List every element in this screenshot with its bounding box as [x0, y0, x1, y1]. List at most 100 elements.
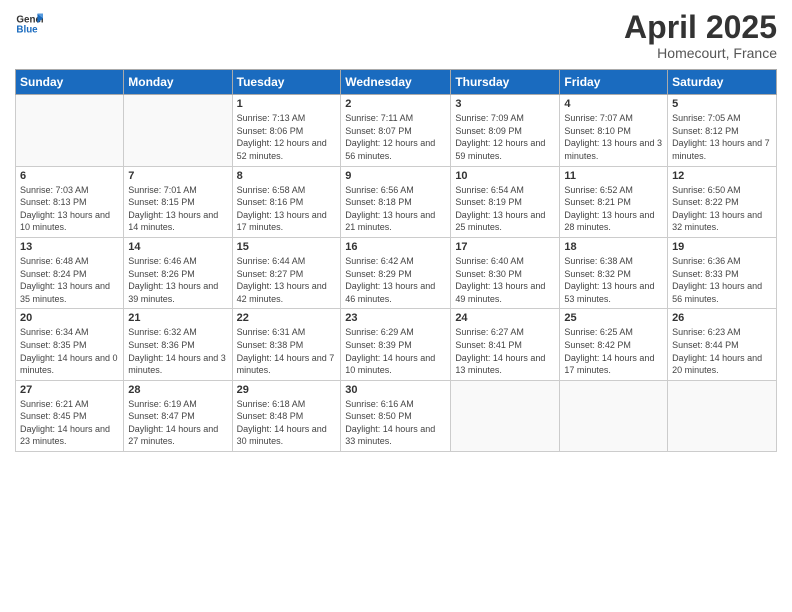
calendar-cell-w2-d2: 7 Sunrise: 7:01 AMSunset: 8:15 PMDaylight…	[124, 166, 232, 237]
day-number: 4	[564, 98, 663, 110]
col-monday: Monday	[124, 70, 232, 95]
day-number: 7	[128, 170, 227, 182]
col-wednesday: Wednesday	[341, 70, 451, 95]
day-number: 11	[564, 170, 663, 182]
calendar-cell-w2-d1: 6Sunrise: 7:03 AMSunset: 8:13 PMDaylight…	[16, 166, 124, 237]
calendar-week-4: 20 Sunrise: 6:34 AMSunset: 8:35 PMDayligh…	[16, 309, 777, 380]
day-number: 20	[20, 312, 119, 324]
day-detail: Sunrise: 6:25 AMSunset: 8:42 PMDaylight:…	[564, 326, 663, 376]
calendar-cell-w1-d2	[124, 95, 232, 166]
day-number: 21	[128, 312, 227, 324]
calendar-cell-w3-d2: 14 Sunrise: 6:46 AMSunset: 8:26 PMDayligh…	[124, 237, 232, 308]
day-number: 16	[345, 241, 446, 253]
day-number: 8	[237, 170, 337, 182]
calendar-week-1: 1 Sunrise: 7:13 AMSunset: 8:06 PMDaylight…	[16, 95, 777, 166]
day-number: 17	[455, 241, 555, 253]
day-detail: Sunrise: 7:05 AMSunset: 8:12 PMDaylight:…	[672, 112, 772, 162]
day-number: 10	[455, 170, 555, 182]
main-title: April 2025	[624, 10, 777, 45]
calendar-cell-w3-d3: 15 Sunrise: 6:44 AMSunset: 8:27 PMDayligh…	[232, 237, 341, 308]
day-number: 29	[237, 384, 337, 396]
calendar-week-3: 13 Sunrise: 6:48 AMSunset: 8:24 PMDayligh…	[16, 237, 777, 308]
day-number: 5	[672, 98, 772, 110]
calendar-cell-w1-d4: 2Sunrise: 7:11 AMSunset: 8:07 PMDaylight…	[341, 95, 451, 166]
calendar-cell-w1-d1	[16, 95, 124, 166]
day-detail: Sunrise: 6:54 AMSunset: 8:19 PMDaylight:…	[455, 184, 555, 234]
day-number: 23	[345, 312, 446, 324]
day-number: 3	[455, 98, 555, 110]
day-detail: Sunrise: 7:09 AMSunset: 8:09 PMDaylight:…	[455, 112, 555, 162]
calendar-week-5: 27Sunrise: 6:21 AMSunset: 8:45 PMDayligh…	[16, 380, 777, 451]
day-number: 13	[20, 241, 119, 253]
calendar-cell-w4-d6: 25 Sunrise: 6:25 AMSunset: 8:42 PMDayligh…	[560, 309, 668, 380]
col-saturday: Saturday	[668, 70, 777, 95]
day-detail: Sunrise: 6:16 AMSunset: 8:50 PMDaylight:…	[345, 398, 446, 448]
day-number: 9	[345, 170, 446, 182]
day-number: 27	[20, 384, 119, 396]
day-detail: Sunrise: 6:19 AMSunset: 8:47 PMDaylight:…	[128, 398, 227, 448]
day-detail: Sunrise: 6:56 AMSunset: 8:18 PMDaylight:…	[345, 184, 446, 234]
day-number: 19	[672, 241, 772, 253]
day-detail: Sunrise: 6:29 AMSunset: 8:39 PMDaylight:…	[345, 326, 446, 376]
day-number: 30	[345, 384, 446, 396]
logo-icon: General Blue	[15, 10, 43, 38]
calendar-cell-w4-d7: 26 Sunrise: 6:23 AMSunset: 8:44 PMDayligh…	[668, 309, 777, 380]
day-detail: Sunrise: 7:07 AMSunset: 8:10 PMDaylight:…	[564, 112, 663, 162]
calendar-cell-w3-d7: 19 Sunrise: 6:36 AMSunset: 8:33 PMDayligh…	[668, 237, 777, 308]
calendar-cell-w3-d1: 13 Sunrise: 6:48 AMSunset: 8:24 PMDayligh…	[16, 237, 124, 308]
day-number: 2	[345, 98, 446, 110]
day-number: 14	[128, 241, 227, 253]
calendar-cell-w5-d3: 29Sunrise: 6:18 AMSunset: 8:48 PMDayligh…	[232, 380, 341, 451]
calendar-cell-w5-d4: 30 Sunrise: 6:16 AMSunset: 8:50 PMDayligh…	[341, 380, 451, 451]
day-detail: Sunrise: 6:48 AMSunset: 8:24 PMDaylight:…	[20, 255, 119, 305]
calendar-cell-w5-d5	[451, 380, 560, 451]
day-number: 15	[237, 241, 337, 253]
calendar-table: Sunday Monday Tuesday Wednesday Thursday…	[15, 69, 777, 452]
calendar-cell-w2-d6: 11 Sunrise: 6:52 AMSunset: 8:21 PMDayligh…	[560, 166, 668, 237]
calendar-cell-w2-d3: 8 Sunrise: 6:58 AMSunset: 8:16 PMDaylight…	[232, 166, 341, 237]
day-detail: Sunrise: 7:03 AMSunset: 8:13 PMDaylight:…	[20, 184, 119, 234]
calendar-cell-w3-d5: 17 Sunrise: 6:40 AMSunset: 8:30 PMDayligh…	[451, 237, 560, 308]
day-number: 18	[564, 241, 663, 253]
day-detail: Sunrise: 6:34 AMSunset: 8:35 PMDaylight:…	[20, 326, 119, 376]
col-sunday: Sunday	[16, 70, 124, 95]
day-detail: Sunrise: 6:50 AMSunset: 8:22 PMDaylight:…	[672, 184, 772, 234]
day-detail: Sunrise: 7:01 AMSunset: 8:15 PMDaylight:…	[128, 184, 227, 234]
subtitle: Homecourt, France	[624, 45, 777, 61]
calendar-cell-w1-d3: 1 Sunrise: 7:13 AMSunset: 8:06 PMDaylight…	[232, 95, 341, 166]
calendar-cell-w3-d6: 18Sunrise: 6:38 AMSunset: 8:32 PMDayligh…	[560, 237, 668, 308]
day-number: 28	[128, 384, 227, 396]
calendar-cell-w3-d4: 16Sunrise: 6:42 AMSunset: 8:29 PMDayligh…	[341, 237, 451, 308]
day-number: 25	[564, 312, 663, 324]
day-detail: Sunrise: 6:32 AMSunset: 8:36 PMDaylight:…	[128, 326, 227, 376]
col-thursday: Thursday	[451, 70, 560, 95]
day-detail: Sunrise: 6:40 AMSunset: 8:30 PMDaylight:…	[455, 255, 555, 305]
day-detail: Sunrise: 6:46 AMSunset: 8:26 PMDaylight:…	[128, 255, 227, 305]
day-detail: Sunrise: 6:23 AMSunset: 8:44 PMDaylight:…	[672, 326, 772, 376]
day-detail: Sunrise: 6:52 AMSunset: 8:21 PMDaylight:…	[564, 184, 663, 234]
calendar-cell-w4-d5: 24 Sunrise: 6:27 AMSunset: 8:41 PMDayligh…	[451, 309, 560, 380]
day-detail: Sunrise: 7:13 AMSunset: 8:06 PMDaylight:…	[237, 112, 337, 162]
day-detail: Sunrise: 6:58 AMSunset: 8:16 PMDaylight:…	[237, 184, 337, 234]
day-detail: Sunrise: 6:31 AMSunset: 8:38 PMDaylight:…	[237, 326, 337, 376]
day-detail: Sunrise: 6:36 AMSunset: 8:33 PMDaylight:…	[672, 255, 772, 305]
calendar-cell-w4-d4: 23 Sunrise: 6:29 AMSunset: 8:39 PMDayligh…	[341, 309, 451, 380]
calendar-cell-w5-d7	[668, 380, 777, 451]
calendar-cell-w5-d2: 28 Sunrise: 6:19 AMSunset: 8:47 PMDayligh…	[124, 380, 232, 451]
day-number: 24	[455, 312, 555, 324]
title-block: April 2025 Homecourt, France	[624, 10, 777, 61]
svg-text:Blue: Blue	[16, 24, 38, 35]
day-number: 26	[672, 312, 772, 324]
header: General Blue April 2025 Homecourt, Franc…	[15, 10, 777, 61]
calendar-cell-w2-d4: 9 Sunrise: 6:56 AMSunset: 8:18 PMDaylight…	[341, 166, 451, 237]
calendar-cell-w5-d1: 27Sunrise: 6:21 AMSunset: 8:45 PMDayligh…	[16, 380, 124, 451]
calendar-cell-w4-d3: 22Sunrise: 6:31 AMSunset: 8:38 PMDayligh…	[232, 309, 341, 380]
calendar-week-2: 6Sunrise: 7:03 AMSunset: 8:13 PMDaylight…	[16, 166, 777, 237]
day-number: 1	[237, 98, 337, 110]
calendar-cell-w2-d5: 10 Sunrise: 6:54 AMSunset: 8:19 PMDayligh…	[451, 166, 560, 237]
calendar-cell-w4-d1: 20 Sunrise: 6:34 AMSunset: 8:35 PMDayligh…	[16, 309, 124, 380]
day-detail: Sunrise: 6:44 AMSunset: 8:27 PMDaylight:…	[237, 255, 337, 305]
calendar-cell-w5-d6	[560, 380, 668, 451]
day-detail: Sunrise: 6:27 AMSunset: 8:41 PMDaylight:…	[455, 326, 555, 376]
col-tuesday: Tuesday	[232, 70, 341, 95]
